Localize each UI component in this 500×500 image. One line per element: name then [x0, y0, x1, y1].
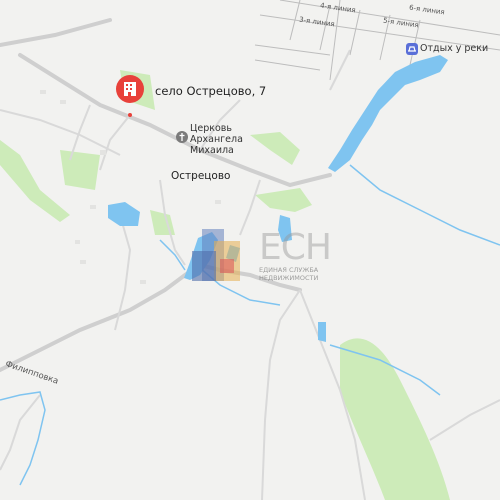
- watermark: ЕСН ЕДИНАЯ СЛУЖБА НЕДВИЖИМОСТИ: [259, 227, 332, 283]
- church-label-line1: Церковь: [190, 123, 232, 134]
- home-pin-icon[interactable]: [114, 74, 146, 120]
- church-label[interactable]: Церковь Архангела Михаила: [190, 123, 243, 156]
- church-label-line3: Михаила: [190, 145, 234, 156]
- poi-label[interactable]: Отдых у реки: [420, 43, 488, 54]
- watermark-line2: НЕДВИЖИМОСТИ: [259, 274, 319, 282]
- watermark-main: ЕСН: [259, 227, 332, 268]
- village-label: Острецово: [171, 170, 231, 182]
- street-grid: [254, 0, 500, 81]
- pin-label[interactable]: село Острецово, 7: [155, 84, 266, 98]
- recreation-icon[interactable]: [406, 43, 418, 55]
- church-icon[interactable]: [176, 131, 188, 143]
- church-label-line2: Архангела: [190, 134, 243, 145]
- map-canvas[interactable]: ЕСН ЕДИНАЯ СЛУЖБА НЕДВИЖИМОСТИ 4-я линия…: [0, 0, 500, 500]
- watermark-logo-icon: [192, 229, 240, 281]
